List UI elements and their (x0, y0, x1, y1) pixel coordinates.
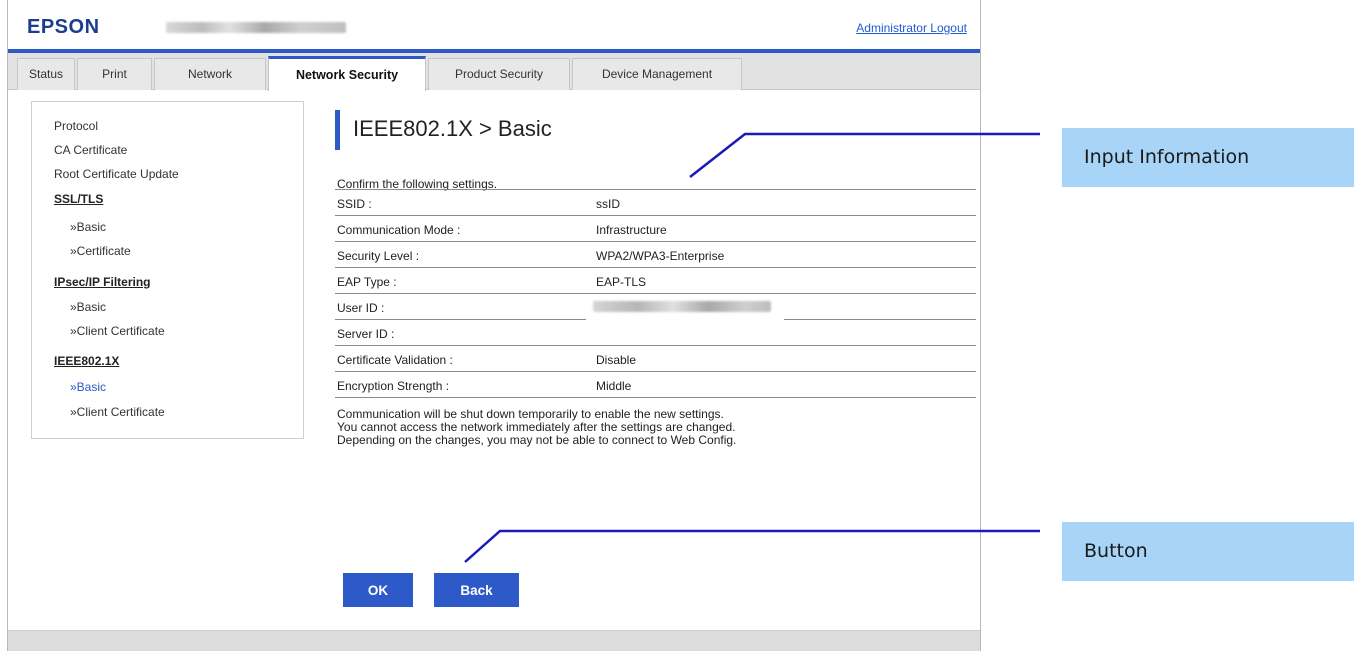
sidebar-item-ssl-certificate[interactable]: »Certificate (70, 244, 131, 258)
sidebar-heading-ipsec-ip-filtering[interactable]: IPsec/IP Filtering (54, 275, 150, 289)
sidebar-item-ipsec-basic[interactable]: »Basic (70, 300, 106, 314)
footer-bar (8, 630, 980, 651)
tab-bar: Status Print Network Network Security Pr… (8, 53, 980, 91)
table-row: Communication Mode : Infrastructure (335, 216, 976, 242)
sidebar-item-ieee-basic[interactable]: »Basic (70, 380, 106, 394)
table-row: Certificate Validation : Disable (335, 346, 976, 372)
sidebar-item-ca-certificate[interactable]: CA Certificate (54, 143, 127, 157)
table-row: User ID : (335, 294, 976, 320)
setting-label: Encryption Strength : (337, 379, 450, 393)
setting-value: Disable (596, 353, 637, 367)
table-row: Server ID : (335, 320, 976, 346)
tab-network[interactable]: Network (154, 58, 266, 90)
header-bar: EPSON Administrator Logout (8, 0, 980, 53)
setting-label: EAP Type : (337, 275, 397, 289)
printer-model-redacted (166, 22, 346, 33)
notice-line: Depending on the changes, you may not be… (337, 433, 737, 447)
setting-label: Server ID : (337, 327, 395, 341)
setting-value: ssID (596, 197, 620, 211)
tab-print[interactable]: Print (77, 58, 152, 90)
tab-product-security[interactable]: Product Security (428, 58, 570, 90)
table-row: Encryption Strength : Middle (335, 372, 976, 398)
back-button[interactable]: Back (434, 573, 519, 607)
browser-window: EPSON Administrator Logout Status Print … (7, 0, 981, 651)
settings-table: SSID : ssID Communication Mode : Infrast… (335, 189, 976, 398)
sidebar-item-ipsec-client-certificate[interactable]: »Client Certificate (70, 324, 165, 338)
sidebar-item-protocol[interactable]: Protocol (54, 119, 98, 133)
setting-value: EAP-TLS (596, 275, 647, 289)
title-accent-bar (335, 110, 340, 150)
sidebar-item-ssl-basic[interactable]: »Basic (70, 220, 106, 234)
sidebar-heading-ssl-tls[interactable]: SSL/TLS (54, 192, 103, 206)
user-id-redacted (593, 301, 771, 312)
sidebar: Protocol CA Certificate Root Certificate… (31, 101, 304, 439)
notice-text: Communication will be shut down temporar… (337, 408, 736, 447)
tab-network-security[interactable]: Network Security (268, 56, 426, 91)
tab-device-management[interactable]: Device Management (572, 58, 742, 90)
sidebar-heading-ieee8021x[interactable]: IEEE802.1X (54, 354, 119, 368)
sidebar-item-ieee-client-certificate[interactable]: »Client Certificate (70, 405, 165, 419)
sidebar-item-root-certificate-update[interactable]: Root Certificate Update (54, 167, 179, 181)
page-title: IEEE802.1X > Basic (353, 116, 552, 141)
administrator-logout-link[interactable]: Administrator Logout (856, 21, 967, 35)
epson-logo: EPSON (27, 16, 100, 38)
setting-label: Certificate Validation : (337, 353, 453, 367)
table-row: SSID : ssID (335, 190, 976, 216)
callout-button: Button (1062, 522, 1354, 581)
callout-input-information: Input Information (1062, 128, 1354, 187)
setting-label: Communication Mode : (337, 223, 461, 237)
setting-label: Security Level : (337, 249, 420, 263)
setting-label: SSID : (337, 197, 372, 211)
ok-button[interactable]: OK (343, 573, 413, 607)
setting-value: WPA2/WPA3-Enterprise (596, 249, 725, 263)
setting-value: Infrastructure (596, 223, 667, 237)
setting-label: User ID : (337, 301, 385, 315)
setting-value: Middle (596, 379, 632, 393)
table-row: EAP Type : EAP-TLS (335, 268, 976, 294)
table-row: Security Level : WPA2/WPA3-Enterprise (335, 242, 976, 268)
tab-status[interactable]: Status (17, 58, 75, 90)
